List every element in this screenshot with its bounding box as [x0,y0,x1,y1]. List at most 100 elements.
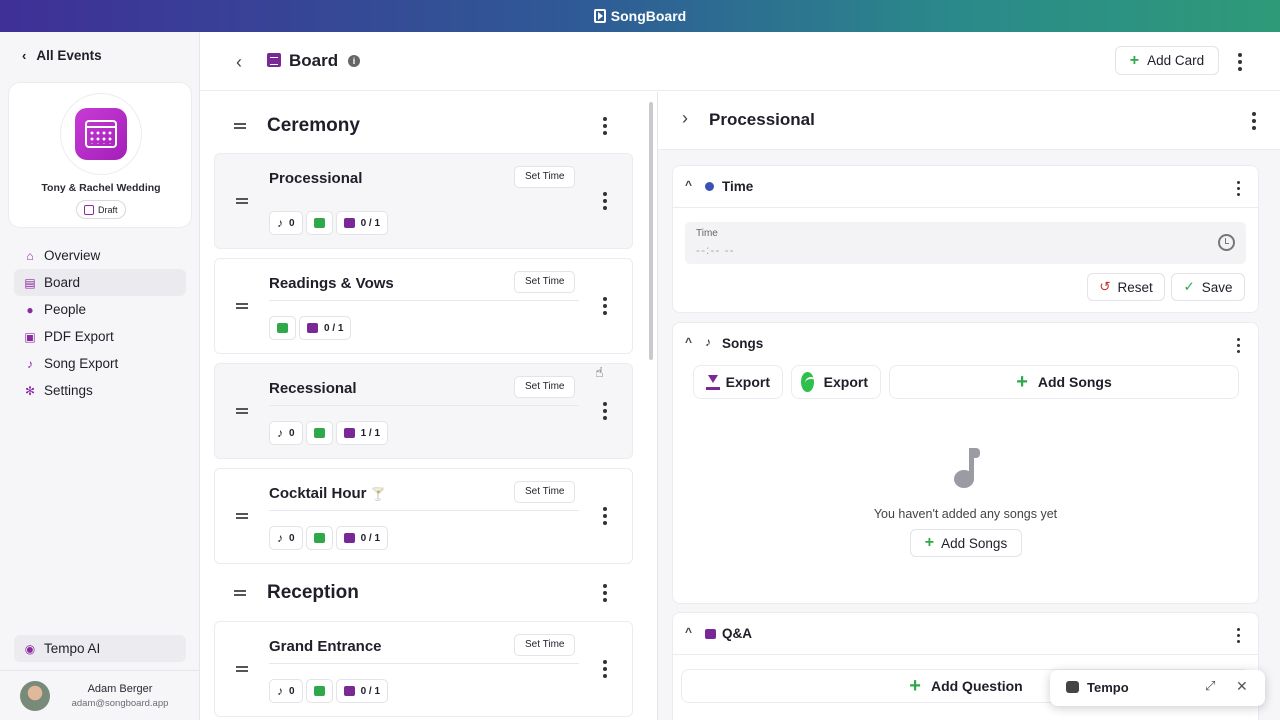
drag-handle-icon[interactable] [236,408,248,414]
songs-chip[interactable]: ♪ 0 [269,526,303,550]
card-title: Readings & Vows [269,275,394,292]
drag-handle-icon[interactable] [234,123,246,129]
chevron-up-icon[interactable]: ^ [685,335,692,349]
sidebar-item-song-export[interactable]: ♪ Song Export [14,350,186,377]
card-menu-icon[interactable] [603,402,607,420]
notes-chip[interactable] [269,316,296,340]
sidebar-item-label: PDF Export [44,329,114,344]
set-time-button[interactable]: Set Time [514,166,576,188]
card-cocktail-hour[interactable]: Cocktail Hour 🍸 Set Time ♪ 0 0 / 1 [214,468,633,564]
card-menu-icon[interactable] [603,297,607,315]
comment-icon [313,686,325,696]
set-time-button[interactable]: Set Time [514,634,576,656]
add-songs-small-button[interactable]: + Add Songs [910,529,1022,557]
event-card[interactable]: Tony & Rachel Wedding Draft [8,82,192,228]
robot-icon [1066,681,1079,693]
card-grand-entrance[interactable]: Grand Entrance Set Time ♪ 0 0 / 1 [214,621,633,717]
divider [269,300,579,301]
music-note-icon: ♪ [277,426,283,440]
export-label: Export [823,374,868,390]
time-input[interactable]: Time --:-- -- [685,222,1246,264]
chevron-up-icon[interactable]: ^ [685,178,692,192]
songs-chip[interactable]: ♪ 0 [269,679,303,703]
set-time-button[interactable]: Set Time [514,376,576,398]
close-icon[interactable]: ✕ [1236,678,1248,695]
divider [269,510,579,511]
set-time-button[interactable]: Set Time [514,271,576,293]
songs-panel-header[interactable]: ^ ♪ Songs [673,323,1258,365]
drag-handle-icon[interactable] [236,513,248,519]
user-name: Adam Berger [87,683,153,695]
songs-count: 0 [289,685,295,697]
sidebar-item-overview[interactable]: ⌂ Overview [14,242,186,269]
music-note-icon: ♪ [277,216,283,230]
collapse-chevron-icon[interactable]: › [682,108,688,129]
section-menu-icon[interactable] [603,117,607,135]
card-chips: ♪ 0 0 / 1 [269,211,389,235]
more-options-icon[interactable] [1238,53,1242,71]
plus-icon: + [1016,370,1028,393]
notes-chip[interactable] [305,211,333,235]
section-title-reception: Reception [267,582,359,603]
notes-chip[interactable] [305,679,333,703]
tempo-ai-button[interactable]: ◉ Tempo AI [14,635,186,662]
section-menu-icon[interactable] [603,584,607,602]
songs-chip[interactable]: ♪ 0 [269,211,303,235]
panel-menu-icon[interactable] [1237,628,1240,643]
sidebar-item-board[interactable]: ▤ Board [14,269,186,296]
qa-chip[interactable]: 0 / 1 [335,526,389,550]
notes-chip[interactable] [305,526,333,550]
panel-menu-icon[interactable] [1237,338,1240,353]
card-processional[interactable]: Processional Set Time ♪ 0 0 / 1 [214,153,633,249]
qa-chip[interactable]: 0 / 1 [335,679,389,703]
qa-chip[interactable]: 0 / 1 [299,316,352,340]
export-download-button[interactable]: Export [693,365,783,399]
sidebar-item-settings[interactable]: ✻ Settings [14,377,186,404]
music-note-icon: ♪ [705,335,711,349]
add-songs-button[interactable]: + Add Songs [889,365,1239,399]
plus-icon: + [909,674,921,697]
drag-handle-icon[interactable] [236,303,248,309]
drag-handle-icon[interactable] [236,198,248,204]
sidebar-item-pdf-export[interactable]: ▣ PDF Export [14,323,186,350]
detail-menu-icon[interactable] [1252,112,1256,130]
sidebar-item-people[interactable]: ● People [14,296,186,323]
card-menu-icon[interactable] [603,192,607,210]
card-recessional[interactable]: Recessional Set Time ♪ 0 1 / 1 [214,363,633,459]
panel-menu-icon[interactable] [1237,181,1240,196]
add-card-button[interactable]: + Add Card [1115,46,1219,75]
songs-chip[interactable]: ♪ 0 [269,421,303,445]
chevron-up-icon[interactable]: ^ [685,625,692,639]
expand-icon[interactable]: ⤢ [1205,678,1215,694]
drag-handle-icon[interactable] [236,666,248,672]
export-spotify-button[interactable]: Export [791,365,881,399]
card-readings-vows[interactable]: Readings & Vows Set Time 0 / 1 [214,258,633,354]
reset-button[interactable]: ↺ Reset [1087,273,1165,301]
board-scrollbar[interactable] [649,102,653,360]
save-button[interactable]: ✓ Save [1171,273,1245,301]
tempo-chat-popup[interactable]: Tempo ⤢ ✕ [1050,670,1265,706]
gear-icon: ✻ [24,383,36,398]
set-time-button[interactable]: Set Time [514,481,576,503]
songboard-logo-icon [593,9,606,23]
user-profile[interactable]: Adam Berger adam@songboard.app [0,670,199,720]
notes-chip[interactable] [305,421,333,445]
qa-panel-header[interactable]: ^ Q&A [673,613,1258,655]
time-panel-header[interactable]: ^ Time [673,166,1258,208]
all-events-link[interactable]: ‹ All Events [22,48,102,63]
info-icon[interactable]: i [348,55,360,67]
qa-chip[interactable]: 1 / 1 [335,421,389,445]
card-menu-icon[interactable] [603,660,607,678]
page-header: ‹ Board i + Add Card [200,32,1280,91]
drag-handle-icon[interactable] [234,590,246,596]
spotify-icon [801,372,817,392]
qa-chip[interactable]: 0 / 1 [335,211,389,235]
card-menu-icon[interactable] [603,507,607,525]
music-note-icon: ♪ [27,356,33,371]
board-icon: ▤ [24,275,36,290]
card-detail-panel: › Processional ^ Time Time --:-- -- ↺ Re… [657,92,1280,720]
clock-picker-icon[interactable] [1218,234,1235,251]
back-chevron-icon[interactable]: ‹ [236,52,242,73]
card-title: Grand Entrance [269,638,382,655]
qa-count: 0 / 1 [360,685,381,697]
